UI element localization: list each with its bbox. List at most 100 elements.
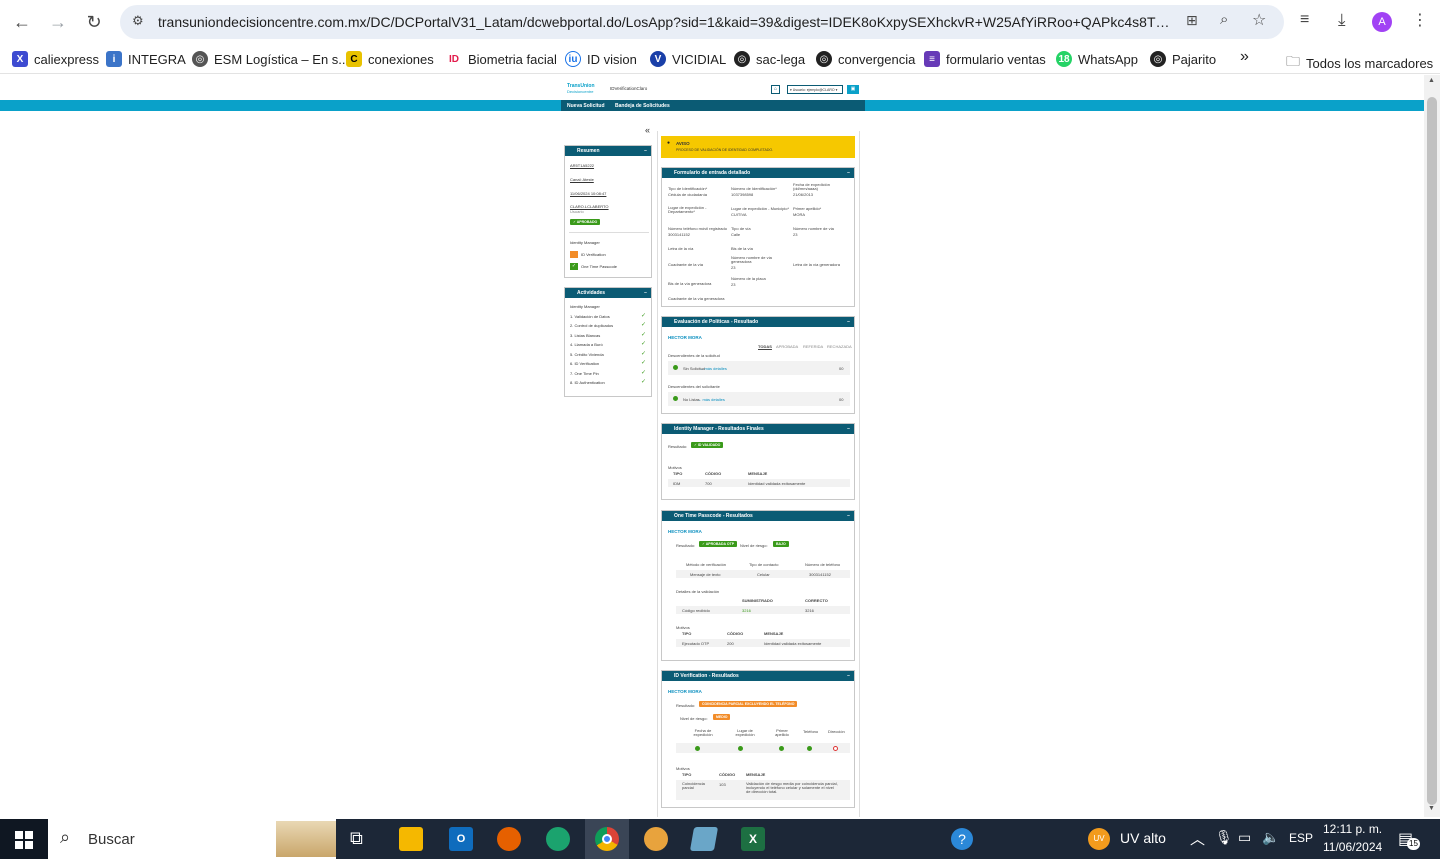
task-view-icon[interactable]: ⧉ xyxy=(350,828,363,849)
x-logo-icon: X xyxy=(12,51,28,67)
weather-text[interactable]: UV alto xyxy=(1120,830,1166,846)
nav-bandeja[interactable]: Bandeja de Solicitudes xyxy=(609,100,865,111)
resumen-header: Resumen − xyxy=(565,146,651,156)
menu-icon[interactable]: ⋮ xyxy=(1412,10,1428,30)
app-icon[interactable] xyxy=(644,827,668,851)
translate-icon[interactable]: ⊞ xyxy=(1186,12,1198,29)
address-bar[interactable]: ⚙ transuniondecisioncentre.com.mx/DC/DCP… xyxy=(120,5,1284,39)
chrome-taskbar-active[interactable] xyxy=(585,819,629,859)
tab-rechazada[interactable]: RECHAZADA xyxy=(827,344,852,349)
weather-icon[interactable]: UV xyxy=(1088,828,1110,850)
back-icon[interactable]: ← xyxy=(10,10,34,34)
nav-nueva-solicitud[interactable]: Nueva Solicitud xyxy=(561,100,611,111)
actividad-item[interactable]: 6. ID Verification xyxy=(570,361,599,366)
download-icon[interactable]: ⤓ xyxy=(1338,10,1346,30)
edge-icon[interactable] xyxy=(546,827,570,851)
zoom-icon[interactable]: ⌕ xyxy=(1220,11,1228,28)
bookmark-biometria[interactable]: ID Biometria facial xyxy=(446,51,557,67)
collapse-otp-icon[interactable]: − xyxy=(847,513,850,519)
politicas-panel: Evaluación de Políticas - Resultado − HEC… xyxy=(661,316,855,414)
check-circle-icon xyxy=(779,746,784,751)
notifications-icon[interactable]: ▤ 15 xyxy=(1398,829,1420,850)
scroll-up-icon[interactable]: ▲ xyxy=(1428,77,1435,84)
bookmark-whatsapp[interactable]: 18 WhatsApp xyxy=(1056,51,1138,67)
bookmark-formulario[interactable]: ≡ formulario ventas xyxy=(924,51,1046,67)
actividad-item[interactable]: 4. Llamada a Buró xyxy=(570,342,603,347)
language-indicator[interactable]: ESP xyxy=(1289,831,1313,845)
home-icon[interactable]: ⌂ xyxy=(771,85,780,94)
bookmark-integra[interactable]: i INTEGRA xyxy=(106,51,186,67)
applicant-name: HECTOR MORA xyxy=(668,529,702,534)
reload-icon[interactable]: ↻ xyxy=(82,10,106,34)
page-scrollbar[interactable]: ▲ ▼ xyxy=(1424,75,1440,817)
actividad-item[interactable]: 7. One Time Pin xyxy=(570,371,599,376)
user-select[interactable]: ▾ Usuario: ejemplo@CLARO ▾ xyxy=(787,85,843,94)
file-explorer-icon[interactable] xyxy=(399,827,423,851)
check-circle-icon xyxy=(673,365,678,370)
bookmark-idvision[interactable]: iu ID vision xyxy=(565,51,637,67)
collapse-formulario-icon[interactable]: − xyxy=(847,170,850,176)
forward-icon[interactable]: → xyxy=(46,10,70,34)
tab-todas[interactable]: TODAS xyxy=(758,344,772,349)
app-name: IDVerificationClaro xyxy=(610,86,648,91)
bookmark-saclega[interactable]: ◎ sac-lega xyxy=(734,51,805,67)
collapse-im-icon[interactable]: − xyxy=(847,426,850,432)
details-link[interactable]: ... más detalles xyxy=(698,397,725,402)
bookmark-vicidial[interactable]: V VICIDIAL xyxy=(650,51,726,67)
site-info-icon[interactable]: ⚙ xyxy=(132,13,144,29)
details-link[interactable]: ... más detalles xyxy=(700,366,727,371)
whatsapp-icon: 18 xyxy=(1056,51,1072,67)
solicitud-id[interactable]: AR5T1A5222 xyxy=(570,163,594,168)
profile-avatar[interactable]: A xyxy=(1372,12,1392,32)
microphone-icon[interactable]: 🎙 xyxy=(1215,829,1233,846)
all-bookmarks[interactable]: 🗀 Todos los marcadores xyxy=(1286,51,1433,75)
bookmark-esm[interactable]: ◎ ESM Logística – En s... xyxy=(192,51,349,67)
check-circle-icon xyxy=(673,396,678,401)
actividades-panel: Actividades − Identity Manager 1. Validac… xyxy=(564,287,652,397)
actividad-item[interactable]: 8. ID Authentication xyxy=(570,380,605,385)
bookmark-star-icon[interactable]: ☆ xyxy=(1252,10,1266,30)
bookmark-convergencia[interactable]: ◎ convergencia xyxy=(816,51,915,67)
clock-date[interactable]: 11/06/2024 xyxy=(1323,840,1382,854)
check-icon: ✓ xyxy=(641,360,647,366)
bookmarks-overflow[interactable]: » xyxy=(1240,48,1249,66)
integra-icon: i xyxy=(106,51,122,67)
collapse-icon[interactable]: « xyxy=(645,125,650,135)
logout-icon[interactable]: ▣ xyxy=(847,85,859,94)
collapse-idv-icon[interactable]: − xyxy=(847,673,850,679)
help-icon[interactable]: ? xyxy=(951,828,973,850)
actividad-item[interactable]: 1. Validación de Datos xyxy=(570,314,610,319)
clock-time[interactable]: 12:11 p. m. xyxy=(1323,822,1382,836)
outlook-icon[interactable]: O xyxy=(449,827,473,851)
collapse-resumen-icon[interactable]: − xyxy=(644,148,647,154)
notepad-icon[interactable] xyxy=(689,827,719,851)
bookmark-conexiones[interactable]: Cconexiones xyxy=(346,51,434,67)
actividades-header: Actividades − xyxy=(565,288,651,298)
result-badge: ✓ APROBADA OTP xyxy=(699,541,738,547)
start-button[interactable] xyxy=(0,819,48,859)
check-icon: ✓ xyxy=(570,263,578,270)
scroll-thumb[interactable] xyxy=(1427,97,1437,805)
chevron-up-icon[interactable]: ︿ xyxy=(1190,828,1205,849)
network-icon[interactable]: ▭ xyxy=(1238,829,1251,846)
excel-icon[interactable]: X xyxy=(741,827,765,851)
tab-aprobada[interactable]: APROBADA xyxy=(776,344,798,349)
idv-panel: ID Verification - Resultados − HECTOR MOR… xyxy=(661,670,855,808)
url-text[interactable]: transuniondecisioncentre.com.mx/DC/DCPor… xyxy=(158,14,1178,30)
actividad-item[interactable]: 2. Control de duplicados xyxy=(570,323,613,328)
scroll-down-icon[interactable]: ▼ xyxy=(1428,805,1435,812)
tab-referida[interactable]: REFERIDA xyxy=(803,344,823,349)
search-box[interactable]: ⌕ Buscar xyxy=(48,819,336,859)
bookmark-caliexpress[interactable]: Xcaliexpress xyxy=(12,51,99,67)
bookmarks-bar: Xcaliexpress i INTEGRA ◎ ESM Logística – E… xyxy=(0,44,1440,74)
bookmark-pajarito[interactable]: ◎ Pajarito xyxy=(1150,51,1216,67)
collapse-politicas-icon[interactable]: − xyxy=(847,319,850,325)
result-badge: ✓ ID VALIDADO xyxy=(691,442,724,448)
firefox-icon[interactable] xyxy=(497,827,521,851)
reading-list-icon[interactable]: ≡ xyxy=(1300,11,1309,29)
collapse-actividades-icon[interactable]: − xyxy=(644,290,647,296)
volume-icon[interactable]: 🔈 xyxy=(1262,829,1279,846)
actividad-item[interactable]: 5. Crédito Vivienda xyxy=(570,352,604,357)
id-icon: ID xyxy=(446,51,462,67)
actividad-item[interactable]: 3. Listas Blancas xyxy=(570,333,600,338)
